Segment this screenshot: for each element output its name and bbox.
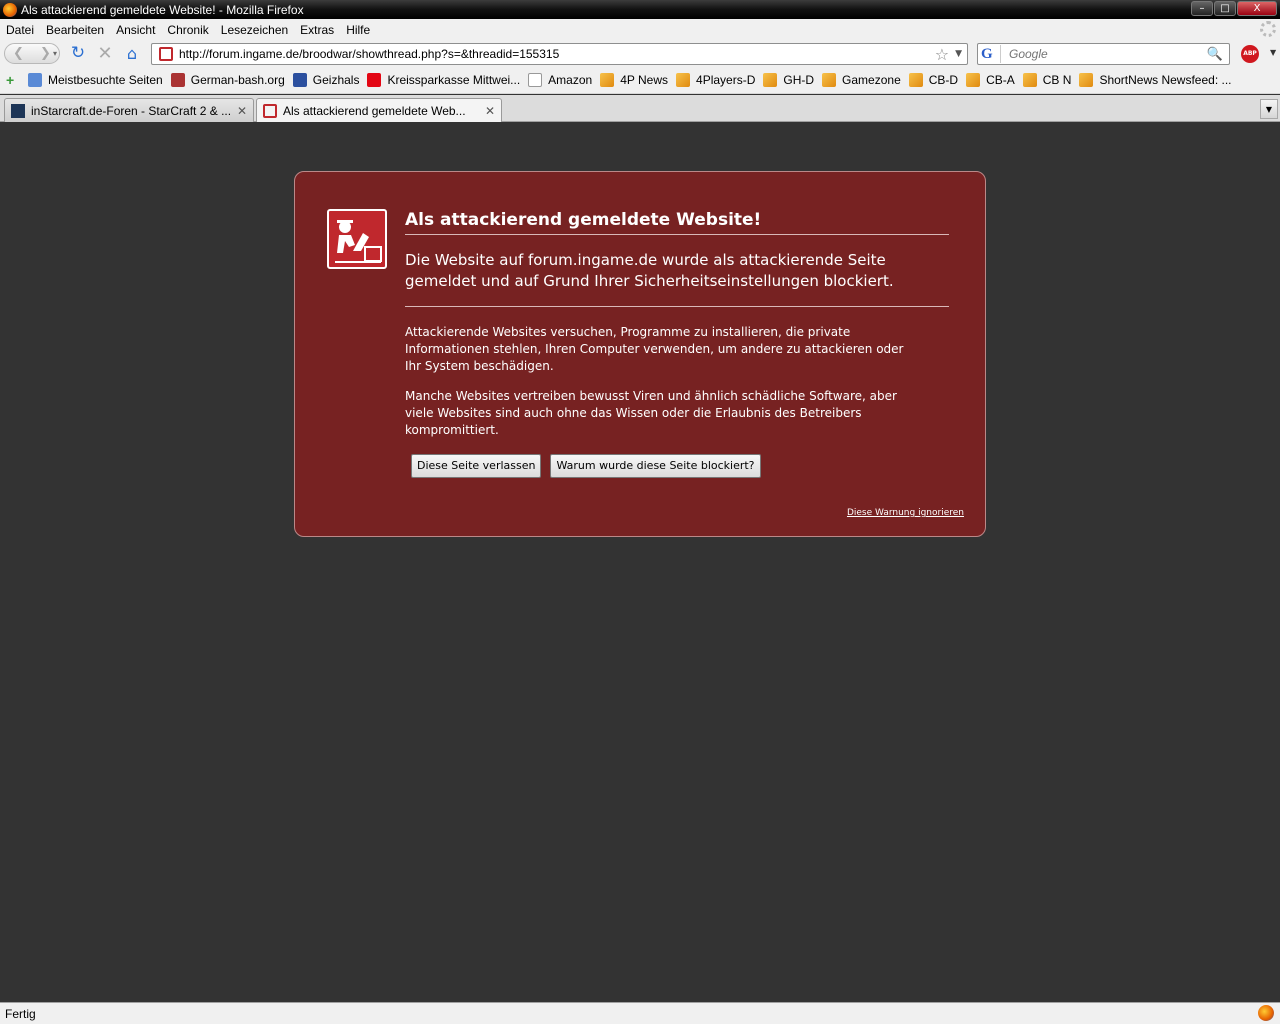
- tab-label: Als attackierend gemeldete Web...: [283, 104, 466, 118]
- throbber-icon: [1260, 21, 1276, 37]
- rss-icon: [1079, 73, 1094, 87]
- bookmark-label: Gamezone: [842, 73, 901, 87]
- rss-icon: [908, 73, 923, 87]
- page-content: Als attackierend gemeldete Website! Die …: [0, 122, 1280, 1002]
- bash-icon: [170, 73, 185, 87]
- error-short-description: Die Website auf forum.ingame.de wurde al…: [405, 250, 949, 307]
- site-identity-icon[interactable]: [159, 47, 173, 61]
- bookmark-label: Amazon: [548, 73, 593, 87]
- bookmark-kreissparkasse[interactable]: Kreissparkasse Mittwei...: [367, 73, 520, 87]
- attack-warning-box: Als attackierend gemeldete Website! Die …: [294, 171, 986, 537]
- ignore-warning-link[interactable]: Diese Warnung ignorieren: [847, 508, 964, 518]
- rss-icon: [763, 73, 778, 87]
- search-input[interactable]: [1009, 47, 1207, 61]
- google-engine-icon[interactable]: G: [981, 45, 1001, 63]
- bookmark-german-bash[interactable]: German-bash.org: [170, 73, 285, 87]
- error-paragraph-1: Attackierende Websites versuchen, Progra…: [405, 325, 904, 373]
- bookmark-4players-d[interactable]: 4Players-D: [676, 73, 755, 87]
- rss-icon: [676, 73, 691, 87]
- bookmark-cb-n[interactable]: CB N: [1022, 73, 1072, 87]
- warning-favicon-icon: [263, 104, 277, 118]
- bookmark-gh-d[interactable]: GH-D: [763, 73, 814, 87]
- menu-bearbeiten[interactable]: Bearbeiten: [46, 23, 104, 37]
- add-bookmark-icon[interactable]: +: [6, 72, 22, 88]
- blocked-site-icon: [327, 209, 387, 269]
- bookmark-label: 4Players-D: [696, 73, 756, 87]
- url-bar[interactable]: http://forum.ingame.de/broodwar/showthre…: [151, 43, 968, 65]
- adblock-plus-icon[interactable]: ABP: [1241, 45, 1259, 63]
- menu-chronik[interactable]: Chronik: [167, 23, 208, 37]
- error-title: Als attackierend gemeldete Website!: [405, 210, 949, 235]
- amazon-icon: [528, 73, 543, 87]
- bookmark-amazon[interactable]: Amazon: [528, 73, 592, 87]
- bookmark-4p-news[interactable]: 4P News: [600, 73, 668, 87]
- minimize-button[interactable]: –: [1191, 1, 1213, 16]
- history-dropdown-icon[interactable]: ▾: [50, 43, 60, 64]
- bookmark-cb-d[interactable]: CB-D: [908, 73, 959, 87]
- window-titlebar: Als attackierend gemeldete Website! - Mo…: [0, 0, 1280, 19]
- tab-bar: inStarcraft.de-Foren - StarCraft 2 & ...…: [0, 95, 1280, 123]
- why-blocked-button[interactable]: Warum wurde diese Seite blockiert?: [550, 454, 761, 478]
- geizhals-icon: [292, 73, 307, 87]
- rss-icon: [966, 73, 981, 87]
- bookmark-label: German-bash.org: [190, 73, 285, 87]
- menu-hilfe[interactable]: Hilfe: [346, 23, 370, 37]
- tab-list-dropdown-icon[interactable]: ▼: [1260, 99, 1278, 119]
- tab-instarcraft[interactable]: inStarcraft.de-Foren - StarCraft 2 & ...…: [4, 98, 254, 122]
- bookmark-cb-a[interactable]: CB-A: [966, 73, 1015, 87]
- firefox-status-icon[interactable]: [1258, 1005, 1274, 1021]
- bookmark-label: ShortNews Newsfeed: ...: [1099, 73, 1232, 87]
- status-bar: Fertig: [0, 1002, 1280, 1024]
- search-icon[interactable]: 🔍: [1207, 47, 1223, 62]
- bookmark-geizhals[interactable]: Geizhals: [292, 73, 360, 87]
- window-title: Als attackierend gemeldete Website! - Mo…: [21, 2, 304, 17]
- bookmark-label: Kreissparkasse Mittwei...: [387, 73, 521, 87]
- instarcraft-favicon-icon: [11, 103, 25, 118]
- folder-icon: [28, 73, 42, 87]
- menubar: Datei Bearbeiten Ansicht Chronik Lesezei…: [0, 19, 1280, 40]
- bookmark-label: Meistbesuchte Seiten: [48, 73, 163, 87]
- home-icon[interactable]: ⌂: [122, 43, 142, 64]
- rss-icon: [822, 73, 837, 87]
- bookmark-label: CB-A: [986, 73, 1015, 87]
- error-long-description: Attackierende Websites versuchen, Progra…: [405, 324, 915, 452]
- error-paragraph-2: Manche Websites vertreiben bewusst Viren…: [405, 389, 897, 437]
- rss-icon: [1022, 73, 1037, 87]
- bookmark-label: GH-D: [783, 73, 815, 87]
- bookmark-label: 4P News: [620, 73, 669, 87]
- bookmark-meistbesuchte-seiten[interactable]: Meistbesuchte Seiten: [28, 73, 163, 87]
- firefox-icon: [3, 2, 17, 17]
- bookmarks-toolbar: + Meistbesuchte Seiten German-bash.org G…: [0, 67, 1280, 94]
- stop-icon[interactable]: ✕: [95, 43, 115, 64]
- menu-lesezeichen[interactable]: Lesezeichen: [221, 23, 288, 37]
- navigation-toolbar: ❮ ❯ ▾ ↻ ✕ ⌂ http://forum.ingame.de/brood…: [0, 40, 1280, 67]
- bookmark-label: CB-D: [928, 73, 959, 87]
- search-bar[interactable]: G 🔍: [977, 43, 1230, 65]
- window-controls: – □ X: [1191, 1, 1277, 16]
- rss-icon: [600, 73, 615, 87]
- back-button[interactable]: ❮: [5, 46, 32, 61]
- tab-label: inStarcraft.de-Foren - StarCraft 2 & ...: [31, 103, 231, 118]
- leave-page-button[interactable]: Diese Seite verlassen: [411, 454, 542, 478]
- bookmark-shortnews[interactable]: ShortNews Newsfeed: ...: [1079, 73, 1232, 87]
- bookmark-label: Geizhals: [312, 73, 360, 87]
- menu-ansicht[interactable]: Ansicht: [116, 23, 155, 37]
- close-window-button[interactable]: X: [1237, 1, 1277, 16]
- bookmark-gamezone[interactable]: Gamezone: [822, 73, 901, 87]
- reload-icon[interactable]: ↻: [68, 43, 88, 64]
- status-text: Fertig: [5, 1006, 36, 1021]
- menu-extras[interactable]: Extras: [300, 23, 334, 37]
- bookmark-label: CB N: [1042, 73, 1072, 87]
- bookmark-star-icon[interactable]: ☆: [935, 45, 949, 64]
- url-dropdown-icon[interactable]: ▼: [955, 49, 962, 59]
- maximize-button[interactable]: □: [1214, 1, 1236, 16]
- adblock-dropdown-icon[interactable]: ▼: [1270, 48, 1276, 57]
- tab-close-icon[interactable]: ✕: [237, 104, 247, 118]
- tab-attack-site[interactable]: Als attackierend gemeldete Web... ✕: [256, 98, 502, 123]
- error-button-row: Diese Seite verlassen Warum wurde diese …: [411, 454, 761, 478]
- sparkasse-icon: [367, 73, 382, 87]
- menu-datei[interactable]: Datei: [6, 23, 34, 37]
- tab-close-icon[interactable]: ✕: [485, 104, 495, 118]
- url-text[interactable]: http://forum.ingame.de/broodwar/showthre…: [179, 47, 935, 61]
